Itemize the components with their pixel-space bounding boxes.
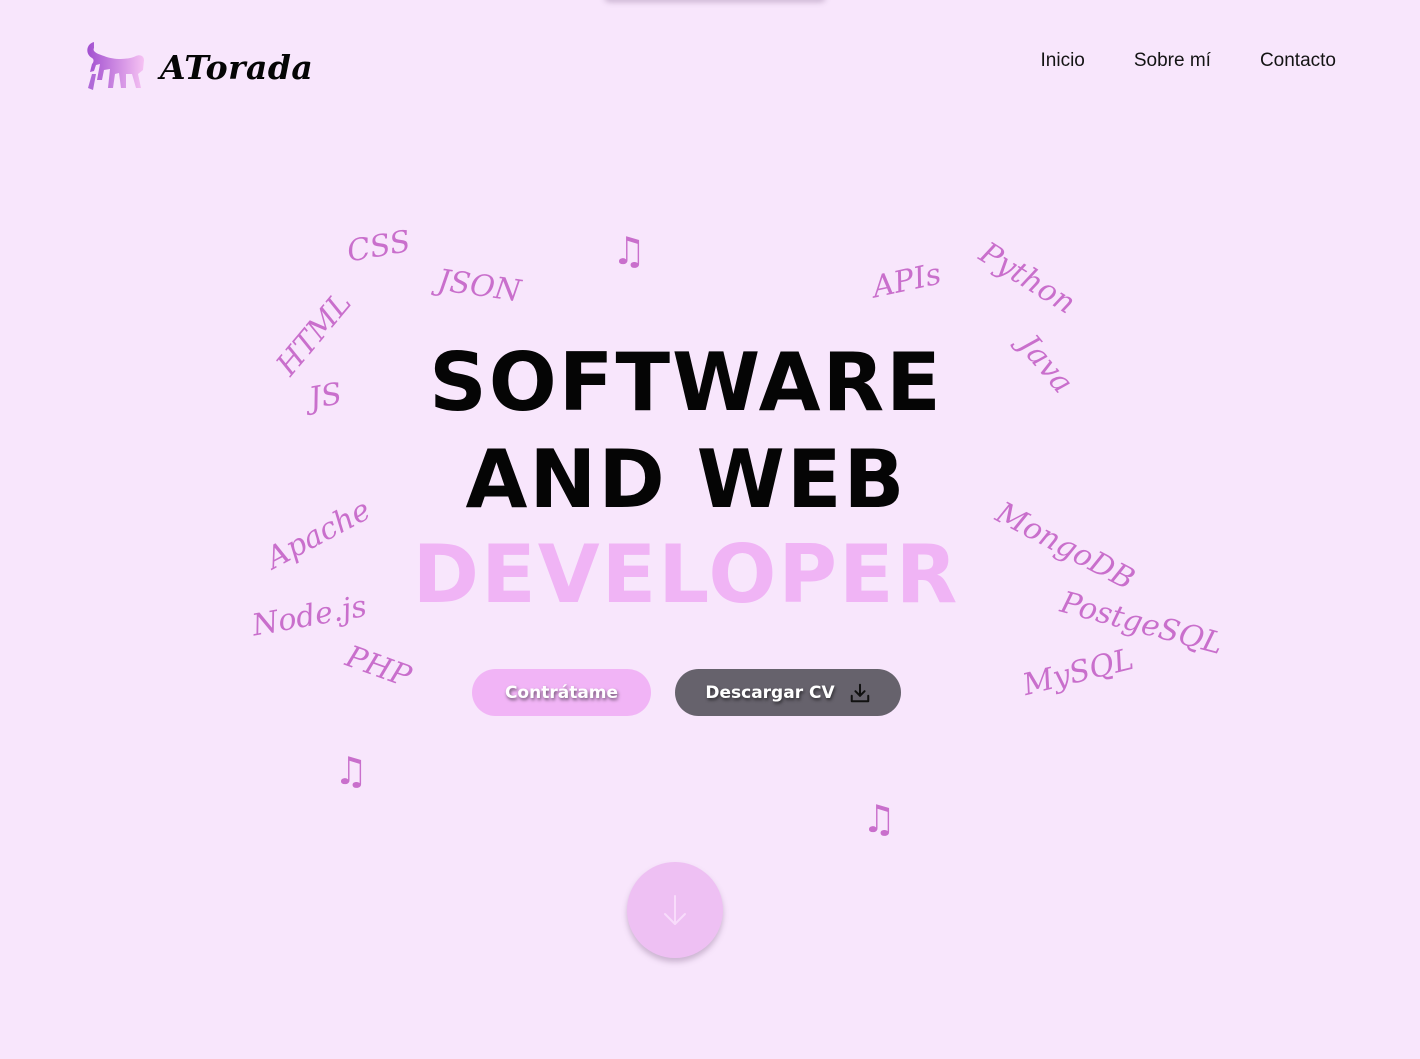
hire-me-label: Contrátame (504, 682, 619, 703)
music-note-icon: ♫ (862, 797, 897, 841)
logo-text: ATorada (160, 47, 314, 87)
hero-title-line-1: SOFTWARE (429, 336, 943, 429)
download-cv-label: Descargar CV (705, 682, 835, 703)
skill-python: Python (973, 235, 1082, 322)
skill-json: JSON (435, 263, 524, 310)
arrow-down-icon (664, 895, 686, 925)
skill-mysql: MySQL (1019, 641, 1138, 704)
music-note-icon: ♫ (612, 229, 647, 273)
skill-php: PHP (341, 639, 416, 695)
scroll-down-button[interactable] (627, 862, 723, 958)
cat-icon (87, 42, 144, 90)
download-cv-button[interactable]: Descargar CV (675, 669, 901, 716)
skill-css: CSS (344, 224, 414, 270)
nav-sobre-mi[interactable]: Sobre mí (1134, 48, 1211, 74)
download-icon (850, 683, 869, 702)
hero-title-line-2: AND WEB (465, 433, 907, 526)
site-logo[interactable]: ATorada (84, 40, 313, 94)
music-note-icon: ♫ (334, 749, 369, 793)
skill-apis: APIs (869, 256, 945, 306)
nav-inicio[interactable]: Inicio (1041, 48, 1085, 74)
hero-title-line-3: DEVELOPER (412, 528, 960, 621)
nav-contacto[interactable]: Contacto (1260, 48, 1336, 74)
hire-me-button[interactable]: Contrátame (472, 669, 651, 716)
main-nav: Inicio Sobre mí Contacto (1041, 48, 1337, 74)
